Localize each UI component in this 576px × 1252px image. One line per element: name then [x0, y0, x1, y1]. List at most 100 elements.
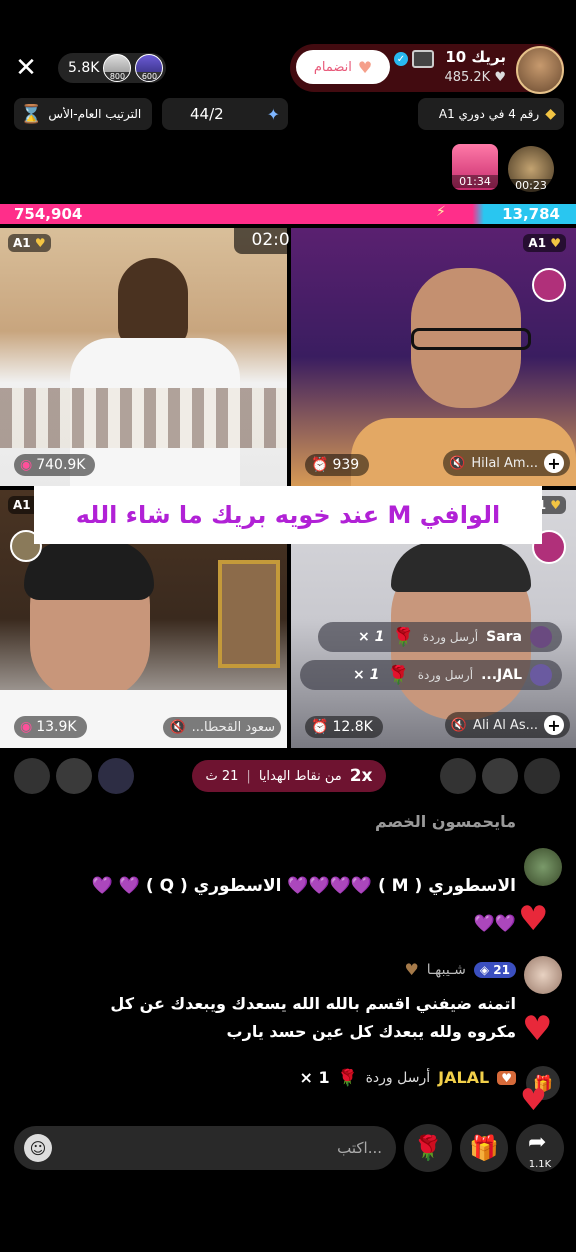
- chat-faded-line: مايحمسون الخصم: [374, 812, 516, 831]
- tile-3-name: سعود القحطا...: [191, 720, 275, 735]
- chat-avatar-1[interactable]: [524, 848, 562, 886]
- join-button[interactable]: انضمام ♥: [296, 50, 390, 84]
- share-button[interactable]: ➦ 1.1K: [516, 1124, 564, 1172]
- video-tile-2[interactable]: A1 ♥ ⏰ 939 🔇 Hilal Am... +: [291, 228, 576, 486]
- follow-plus-icon-4[interactable]: +: [544, 715, 564, 735]
- viewer-avatar-d: [440, 758, 476, 794]
- heart-brown-icon: ♥: [404, 960, 419, 979]
- hair-3: [24, 540, 154, 600]
- follow-plus-icon[interactable]: +: [544, 453, 564, 473]
- gift-icon-2[interactable]: [532, 268, 566, 302]
- a1-label-3: A1: [13, 498, 31, 512]
- video-tile-1[interactable]: A1 ♥ ◉ 740.9K: [0, 228, 287, 486]
- gift-box-icon[interactable]: 01:34: [452, 144, 498, 190]
- announcement-banner: الوافي M عند خويه بريك ما شاء الله: [34, 486, 542, 544]
- muted-icon-4: 🔇: [450, 717, 468, 733]
- tile-gift-action-1: أرسل وردة: [422, 630, 479, 644]
- tile-2-count: ⏰ 939: [305, 454, 370, 476]
- viewer-count-pill[interactable]: 5.8K 800 600: [58, 53, 166, 83]
- gift-box-timer: 01:34: [452, 175, 498, 188]
- share-count: 1.1K: [528, 1159, 552, 1170]
- banner-text: الوافي M عند خويه بريك ما شاء الله: [75, 501, 501, 529]
- muted-icon-3: 🔇: [169, 720, 186, 735]
- gift-points-multiplier: 2x: [349, 766, 373, 786]
- left-score: 754,904: [14, 205, 83, 223]
- heart-icon-1: ♥: [518, 899, 549, 939]
- host-name: بريك 10: [445, 48, 506, 66]
- rose-gift-button[interactable]: 🌹: [404, 1124, 452, 1172]
- comment-input[interactable]: ☺ اكتب...: [14, 1126, 396, 1170]
- tile-2-name: Hilal Am...: [471, 455, 538, 471]
- chat-message-2a: اتمنه ضيفني اقسم بالله الله يسعدك ويبعدك…: [110, 994, 516, 1013]
- viewer-avatar-2: 600: [135, 54, 164, 82]
- alarm-icon: ⏰: [311, 457, 329, 473]
- level-badge: 21 ◈: [473, 961, 516, 978]
- tile-3-count-value: 13.9K: [36, 719, 77, 735]
- gift-points-label: من نقاط الهدايا: [258, 768, 342, 784]
- chat-user-2-row: 21 ◈ شـيبهـا ♥: [404, 960, 516, 979]
- viewer-avatars-left: [14, 758, 140, 794]
- camera-icon-3: ◉: [20, 719, 33, 735]
- gift-button[interactable]: 🎁: [460, 1124, 508, 1172]
- tile-4-name: Ali Al As...: [473, 717, 538, 733]
- tile-3-name-pill[interactable]: 🔇 سعود القحطا...: [163, 717, 281, 738]
- tile-1-count: ◉ 740.9K: [14, 454, 96, 476]
- heart-icon-2: ♥: [522, 1009, 553, 1049]
- gift-points-pill: 2x من نقاط الهدايا | 21 ث: [192, 760, 386, 792]
- tile-gift-count-2: 1 ×: [352, 667, 380, 683]
- share-icon: ➦: [528, 1130, 547, 1155]
- a1-label-1: A1: [13, 236, 31, 250]
- wall-portrait: [218, 560, 280, 668]
- tile-2-name-pill[interactable]: 🔇 Hilal Am... +: [443, 450, 570, 476]
- tile-4-name-pill[interactable]: 🔇 Ali Al As... +: [444, 712, 570, 738]
- chat-message-1-tail: 💜💜: [473, 914, 516, 934]
- gift-points-divider: |: [246, 768, 251, 784]
- chat-gift-action: أرسل وردة: [365, 1069, 431, 1086]
- jal-avatar: [530, 664, 552, 686]
- ranking-value: 44/2: [190, 105, 224, 123]
- rose-icon-chat: 🌹: [337, 1068, 358, 1087]
- ranking-pill[interactable]: ⌛ الترتيب العام-الأس: [14, 98, 152, 130]
- treasure-chest-icon[interactable]: 00:23: [508, 146, 554, 192]
- league-label: رقم 4 في دوري A1: [438, 107, 540, 121]
- league-pill[interactable]: رقم 4 في دوري A1 ◆: [418, 98, 564, 130]
- ranking-score-pill[interactable]: 44/2 ✦: [162, 98, 288, 130]
- viewer-avatar-a: [14, 758, 50, 794]
- a1-label-2: A1: [528, 236, 547, 250]
- chat-user-2-name: شـيبهـا: [426, 961, 466, 978]
- host-info-block[interactable]: انضمام ♥ ✓ بريك 10 485.2K ♥: [290, 44, 564, 94]
- level-badge-value: 21: [493, 962, 510, 977]
- glasses: [411, 328, 531, 350]
- host-likes-value: 485.2K: [444, 70, 491, 85]
- tile-3-count: ◉ 13.9K: [14, 716, 87, 738]
- host-avatar[interactable]: [516, 46, 564, 94]
- tile-4-count-value: 12.8K: [332, 719, 373, 735]
- hair-4: [391, 542, 531, 592]
- emoji-icon[interactable]: ☺: [24, 1134, 52, 1162]
- chat-gift-user: JALAL: [438, 1068, 490, 1087]
- viewer-avatar-1: 800: [103, 54, 132, 82]
- camera-icon: ◉: [20, 457, 33, 473]
- chat-message-1: الاسطوري ( M ) 💜💜💜💜 الاسطوري ( Q ) 💜 💜: [91, 876, 516, 896]
- viewer-avatar-c: [98, 758, 134, 794]
- chat-avatar-2[interactable]: [524, 956, 562, 994]
- sparkle-icon: ✦: [266, 104, 280, 124]
- close-button[interactable]: ✕: [12, 53, 40, 83]
- tile-gift-action-2: أرسل وردة: [417, 668, 474, 682]
- tile-gift-toast-1: Sara أرسل وردة 🌹 1 ×: [318, 622, 562, 652]
- join-label: انضمام: [313, 59, 352, 75]
- muted-icon: 🔇: [449, 455, 466, 471]
- right-score: 13,784: [502, 205, 560, 223]
- chat-gift-count: 1 ×: [299, 1068, 330, 1087]
- tile-gift-user-1: Sara: [486, 629, 522, 645]
- sofa-pattern: [0, 388, 287, 448]
- gift-points-seconds: 21 ث: [205, 768, 239, 784]
- tile-gift-toast-2: JAL... أرسل وردة 🌹 1 ×: [300, 660, 562, 690]
- viewer-badge-1: 800: [104, 72, 131, 81]
- comment-placeholder-text: اكتب...: [337, 1139, 382, 1157]
- tile-4-count: ⏰ 12.8K: [305, 716, 383, 738]
- hearts-icon: ♥: [357, 57, 373, 77]
- battle-score-bar: 754,904 ⚡ 13,784: [0, 204, 576, 224]
- treasure-timer: 00:23: [508, 179, 554, 192]
- chat-message-2b: مكروه ولله يبعدك كل عين حسد يارب: [226, 1022, 516, 1041]
